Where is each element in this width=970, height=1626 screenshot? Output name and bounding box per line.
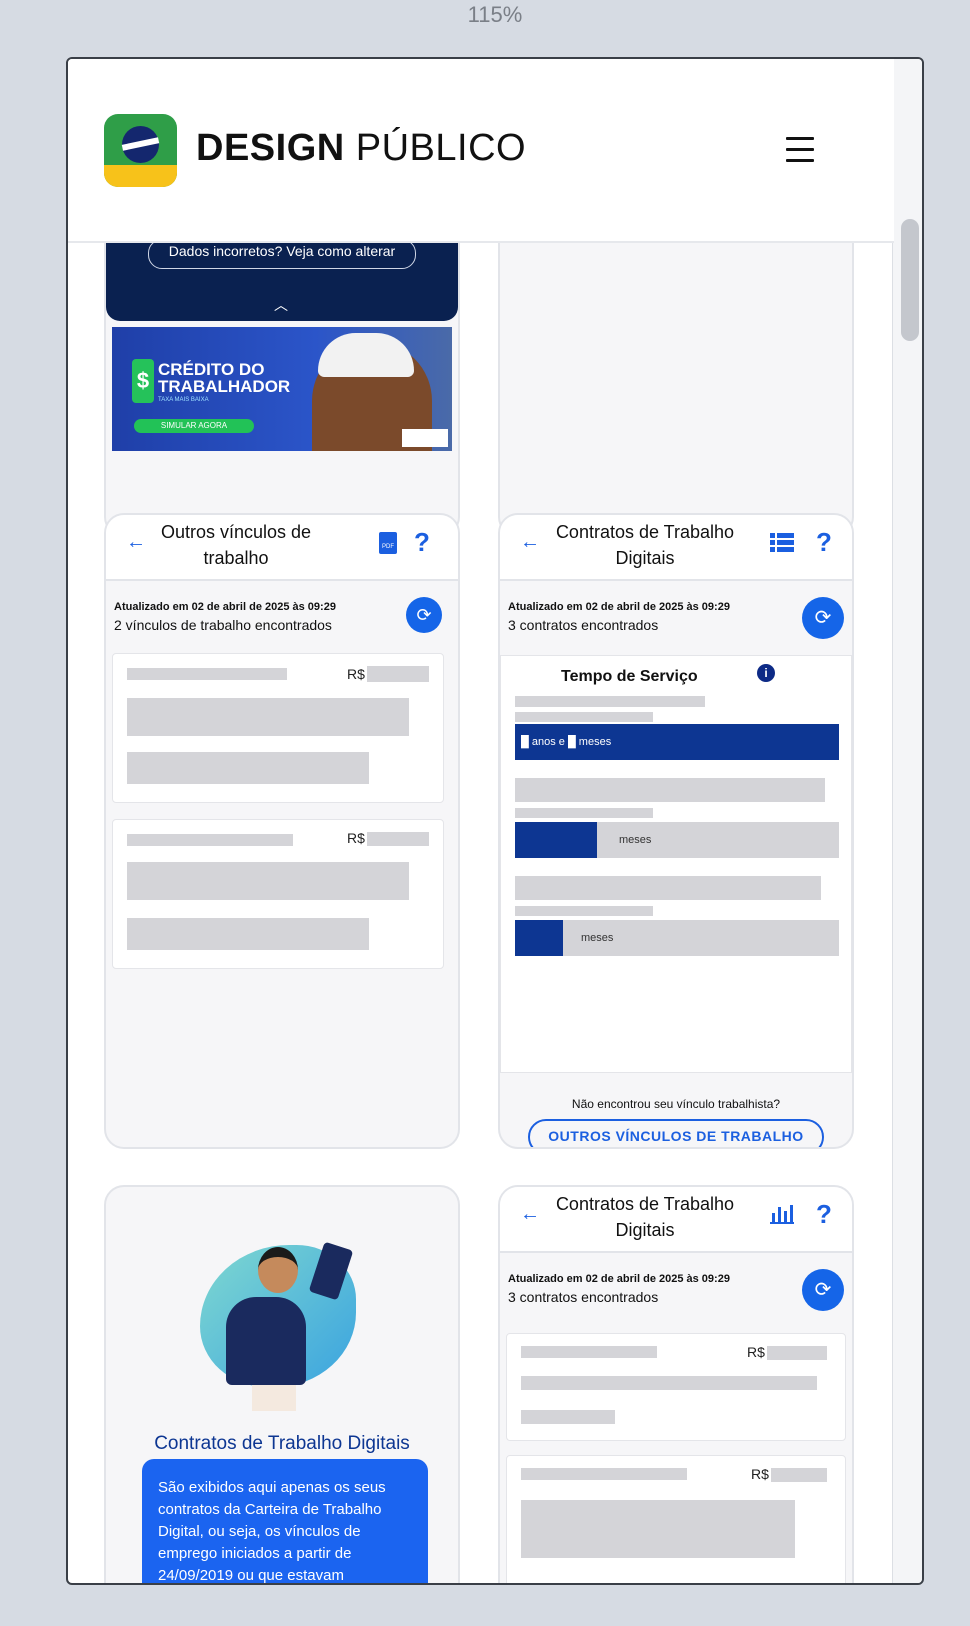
service-bar-3-track bbox=[515, 920, 839, 956]
scrollbar-thumb[interactable] bbox=[901, 219, 919, 341]
site-header: DESIGN PÚBLICO bbox=[68, 59, 894, 243]
skeleton-value bbox=[771, 1468, 827, 1482]
skeleton-block bbox=[127, 862, 409, 900]
help-icon[interactable]: ? bbox=[816, 527, 832, 558]
illustration-head bbox=[258, 1247, 298, 1293]
results-count: 3 contratos encontrados bbox=[508, 617, 659, 633]
simular-agora-button[interactable]: SIMULAR AGORA bbox=[134, 419, 254, 433]
screen-title: Contratos de Trabalho Digitais bbox=[555, 1194, 735, 1240]
back-arrow-icon[interactable]: ← bbox=[126, 531, 146, 554]
skeleton-line bbox=[521, 1346, 657, 1358]
service-bar-2 bbox=[515, 822, 597, 858]
zoom-level: 115% bbox=[467, 2, 523, 27]
contrato-item[interactable]: R$ bbox=[506, 1455, 846, 1583]
info-box: São exibidos aqui apenas os seus contrat… bbox=[142, 1459, 428, 1583]
skeleton-value bbox=[367, 832, 429, 846]
screen-title: Outros vínculos de trabalho bbox=[160, 522, 312, 568]
updated-timestamp: Atualizado em 02 de abril de 2025 às 09:… bbox=[508, 1273, 730, 1285]
skeleton-line bbox=[127, 834, 293, 846]
service-bar-3 bbox=[515, 920, 563, 956]
results-count: 3 contratos encontrados bbox=[508, 1289, 659, 1305]
skeleton-value bbox=[367, 666, 429, 682]
vinculo-item[interactable]: R$ bbox=[112, 819, 444, 969]
card-outros-vinculos: ← Outros vínculos de trabalho PDF ? Atua… bbox=[104, 513, 460, 1149]
currency-label: R$ bbox=[347, 830, 365, 846]
skeleton-line bbox=[515, 696, 705, 707]
skeleton-line bbox=[515, 808, 653, 818]
bar-2-label: meses bbox=[619, 834, 652, 846]
tempo-servico-panel: Tempo de Serviço i █ anos e █ meses mese… bbox=[500, 655, 852, 1073]
back-arrow-icon[interactable]: ← bbox=[520, 1203, 540, 1226]
scrollbar[interactable] bbox=[892, 59, 922, 1583]
updated-timestamp: Atualizado em 02 de abril de 2025 às 09:… bbox=[114, 601, 336, 613]
hamburger-icon[interactable] bbox=[786, 137, 816, 163]
banner-tagline: TAXA MAIS BAIXA bbox=[158, 397, 209, 403]
logo-sun-shape bbox=[104, 165, 177, 187]
vinculo-item[interactable]: R$ bbox=[112, 653, 444, 803]
app-header: ← Contratos de Trabalho Digitais ? bbox=[500, 1187, 852, 1253]
help-icon[interactable]: ? bbox=[414, 527, 430, 558]
browser-viewport: Dados incorretos? Veja como alterar ︿ $ … bbox=[66, 57, 924, 1585]
info-icon[interactable]: i bbox=[757, 664, 775, 682]
app-header: ← Outros vínculos de trabalho PDF ? bbox=[106, 515, 458, 581]
dollar-icon: $ bbox=[132, 359, 154, 403]
skeleton-block bbox=[127, 698, 409, 736]
list-icon[interactable] bbox=[770, 531, 794, 555]
card-info-contratos: Contratos de Trabalho Digitais São exibi… bbox=[104, 1185, 460, 1583]
skeleton-block bbox=[521, 1500, 795, 1558]
section-title: Tempo de Serviço bbox=[561, 668, 698, 685]
banner-title: CRÉDITO DO TRABALHADOR bbox=[158, 360, 291, 396]
card-empty bbox=[498, 199, 854, 537]
skeleton-line bbox=[521, 1376, 817, 1390]
app-header: ← Contratos de Trabalho Digitais ? bbox=[500, 515, 852, 581]
refresh-icon[interactable]: ⟳ bbox=[802, 1269, 844, 1311]
page-content: Dados incorretos? Veja como alterar ︿ $ … bbox=[68, 59, 894, 1583]
currency-label: R$ bbox=[347, 666, 365, 682]
currency-label: R$ bbox=[751, 1466, 769, 1482]
bar-1-label: █ anos e █ meses bbox=[521, 736, 612, 748]
card-tempo-servico: ← Contratos de Trabalho Digitais ? Atual… bbox=[498, 513, 854, 1149]
back-arrow-icon[interactable]: ← bbox=[520, 531, 540, 554]
user-data-panel: Dados incorretos? Veja como alterar ︿ bbox=[106, 235, 458, 321]
dados-incorretos-button[interactable]: Dados incorretos? Veja como alterar bbox=[148, 239, 416, 269]
refresh-icon[interactable]: ⟳ bbox=[406, 597, 442, 633]
skeleton-line bbox=[127, 668, 287, 680]
skeleton-line bbox=[521, 1410, 615, 1424]
currency-label: R$ bbox=[747, 1344, 765, 1360]
results-count: 2 vínculos de trabalho encontrados bbox=[114, 617, 332, 633]
skeleton-line bbox=[515, 906, 653, 916]
help-icon[interactable]: ? bbox=[816, 1199, 832, 1230]
chart-icon[interactable] bbox=[770, 1203, 794, 1227]
illustration-legs bbox=[252, 1385, 296, 1411]
pdf-icon[interactable]: PDF bbox=[378, 531, 402, 555]
skeleton-value bbox=[767, 1346, 827, 1360]
skeleton-line bbox=[521, 1468, 687, 1480]
contrato-item[interactable]: R$ bbox=[506, 1333, 846, 1441]
gov-brasil-logo bbox=[402, 429, 448, 447]
skeleton-line bbox=[515, 778, 825, 802]
credito-trabalhador-banner[interactable]: $ CRÉDITO DO TRABALHADOR TAXA MAIS BAIXA… bbox=[112, 327, 452, 451]
updated-timestamp: Atualizado em 02 de abril de 2025 às 09:… bbox=[508, 601, 730, 613]
skeleton-line bbox=[515, 876, 821, 900]
helmet-shape bbox=[318, 333, 414, 377]
chevron-up-icon[interactable]: ︿ bbox=[274, 295, 288, 315]
skeleton-line bbox=[515, 712, 653, 722]
skeleton-block bbox=[127, 752, 369, 784]
screen-title: Contratos de Trabalho Digitais bbox=[555, 522, 735, 568]
illustration-person bbox=[226, 1297, 306, 1385]
skeleton-block bbox=[127, 918, 369, 950]
nao-encontrou-text: Não encontrou seu vínculo trabalhista? bbox=[571, 1097, 781, 1111]
refresh-icon[interactable]: ⟳ bbox=[802, 597, 844, 639]
brand-name[interactable]: DESIGN PÚBLICO bbox=[196, 127, 526, 170]
design-publico-logo[interactable] bbox=[104, 114, 177, 187]
bar-3-label: meses bbox=[581, 932, 614, 944]
outros-vinculos-button[interactable]: OUTROS VÍNCULOS DE TRABALHO bbox=[528, 1119, 824, 1147]
card-contratos-lista: ← Contratos de Trabalho Digitais ? Atual… bbox=[498, 1185, 854, 1583]
card-credito: Dados incorretos? Veja como alterar ︿ $ … bbox=[104, 199, 460, 537]
svg-text:PDF: PDF bbox=[382, 544, 394, 550]
section-heading: Contratos de Trabalho Digitais bbox=[154, 1433, 410, 1454]
